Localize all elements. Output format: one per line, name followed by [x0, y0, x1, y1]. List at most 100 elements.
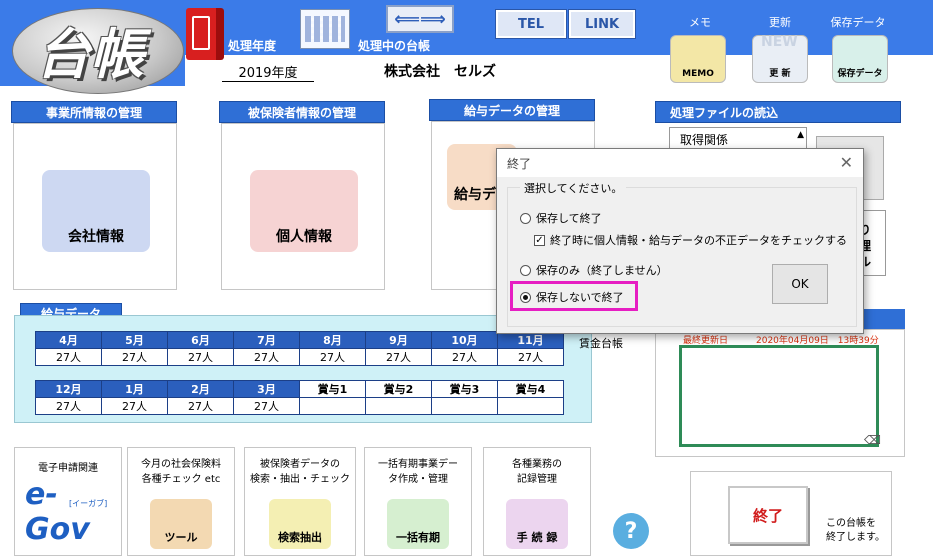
file-type-item[interactable]: 取得関係 — [680, 131, 728, 148]
scroll-up-icon[interactable]: ▲ — [797, 130, 804, 140]
radio-save-only[interactable] — [520, 264, 531, 276]
option-save-only[interactable]: 保存のみ（終了しません） — [520, 262, 668, 278]
bulk-title-2: タ作成・管理 — [388, 474, 448, 485]
month-cell[interactable]: 1月 — [101, 380, 168, 398]
personal-info-label: 個人情報 — [276, 229, 332, 245]
search-button-label: 検索抽出 — [278, 531, 322, 544]
check-button-label: ツール — [164, 531, 198, 544]
count-cell — [497, 397, 564, 415]
ok-button[interactable]: OK — [772, 264, 828, 304]
current-ledger-label: 処理中の台帳 — [358, 39, 431, 53]
memo-icon-text: MEMO — [682, 69, 714, 79]
month-cell[interactable]: 7月 — [233, 331, 300, 349]
memo-icon[interactable]: MEMO — [670, 35, 726, 83]
month-cell[interactable]: 8月 — [299, 331, 366, 349]
month-cell[interactable]: 4月 — [35, 331, 102, 349]
new-badge: NEW — [761, 34, 798, 50]
egov-tool[interactable]: 電子申請関連 e-Gov [イーガブ] — [14, 447, 122, 556]
radio-save-exit[interactable] — [520, 212, 531, 224]
radio-no-save[interactable] — [520, 291, 531, 303]
count-cell: 27人 — [497, 348, 564, 366]
month-cell[interactable]: 11月 — [497, 331, 564, 349]
count-cell — [365, 397, 432, 415]
save-caption: 保存データ — [830, 16, 886, 29]
checkbox-checked[interactable]: ✓ — [534, 234, 545, 246]
month-cell[interactable]: 9月 — [365, 331, 432, 349]
records-tool[interactable]: 各種業務の 記録管理 手 続 録 — [483, 447, 591, 556]
check-title-2: 各種チェック etc — [141, 474, 221, 485]
egov-sub: [イーガブ] — [69, 499, 108, 508]
option-group: 選択してください。 保存して終了 ✓ 終了時に個人情報・給与データの不正データを… — [507, 180, 857, 327]
month-cell[interactable]: 2月 — [167, 380, 234, 398]
logo-text: 台帳 — [36, 22, 144, 86]
count-cell: 27人 — [233, 348, 300, 366]
wage-ledger-label[interactable]: 賃金台帳 — [579, 335, 623, 351]
eraser-icon[interactable]: ⌫ — [864, 433, 881, 447]
count-cell: 27人 — [233, 397, 300, 415]
option-save-exit[interactable]: 保存して終了 — [520, 210, 602, 226]
update-icon[interactable]: NEW 更 新 — [752, 34, 808, 83]
memo-caption: メモ — [689, 16, 711, 29]
hand-stamp-icon[interactable]: 手 続 録 — [506, 499, 568, 549]
salary-grid-row1: 4月 5月 6月 7月 8月 9月 10月 11月 27人 27人 27人 27… — [35, 331, 564, 366]
exit-desc-2: 終了します。 — [826, 532, 885, 543]
option-no-save-label: 保存しないで終了 — [536, 291, 624, 304]
count-cell — [431, 397, 498, 415]
egov-title: 電子申請関連 — [38, 463, 98, 474]
help-icon[interactable]: ? — [613, 513, 649, 549]
link-button[interactable]: LINK — [568, 9, 636, 39]
file-load-title: 処理ファイルの読込 — [655, 101, 901, 123]
bonus-cell[interactable]: 賞与1 — [299, 380, 366, 398]
dialog-titlebar: 終了 ✕ — [497, 149, 863, 177]
count-cell — [299, 397, 366, 415]
count-cell: 27人 — [431, 348, 498, 366]
option-no-save[interactable]: 保存しないで終了 — [520, 289, 624, 305]
salary-grid-row2: 12月 1月 2月 3月 賞与1 賞与2 賞与3 賞与4 27人 27人 27人… — [35, 380, 564, 415]
records-title-1: 各種業務の — [512, 459, 562, 470]
company-info-label: 会社情報 — [68, 229, 124, 245]
bulk-title-1: 一括有期事業デー — [378, 459, 458, 470]
company-name: 株式会社 セルズ — [384, 64, 496, 80]
personal-info-button[interactable]: 個人情報 — [250, 170, 358, 252]
count-cell: 27人 — [167, 348, 234, 366]
tools-icon[interactable]: ツール — [150, 499, 212, 549]
shovel-icon[interactable]: 一括有期 — [387, 499, 449, 549]
calendar-icon[interactable] — [300, 9, 350, 49]
month-cell[interactable]: 3月 — [233, 380, 300, 398]
search-icon[interactable]: 検索抽出 — [269, 499, 331, 549]
month-cell[interactable]: 5月 — [101, 331, 168, 349]
check-data-on-exit[interactable]: ✓ 終了時に個人情報・給与データの不正データをチェックする — [534, 232, 847, 248]
file-type-list[interactable]: 取得関係 ▲ — [669, 127, 807, 149]
company-info-button[interactable]: 会社情報 — [42, 170, 150, 252]
save-data-icon[interactable]: 保存データ — [832, 35, 888, 83]
month-cell[interactable]: 12月 — [35, 380, 102, 398]
check-title-1: 今月の社会保険料 — [141, 459, 221, 470]
exit-dialog: 終了 ✕ 選択してください。 保存して終了 ✓ 終了時に個人情報・給与データの不… — [496, 148, 864, 334]
count-cell: 27人 — [299, 348, 366, 366]
update-icon-text: 更 新 — [769, 69, 791, 79]
month-cell[interactable]: 10月 — [431, 331, 498, 349]
dialog-title: 終了 — [507, 156, 532, 171]
exit-button[interactable]: 終了 — [728, 486, 808, 544]
swap-arrows-icon[interactable]: ⟸⟹ — [386, 5, 454, 33]
binder-icon[interactable] — [186, 8, 224, 60]
month-cell[interactable]: 6月 — [167, 331, 234, 349]
records-button-label: 手 続 録 — [516, 531, 558, 544]
count-cell: 27人 — [365, 348, 432, 366]
bonus-cell[interactable]: 賞与3 — [431, 380, 498, 398]
bulk-tool[interactable]: 一括有期事業デー タ作成・管理 一括有期 — [364, 447, 472, 556]
check-tool[interactable]: 今月の社会保険料 各種チェック etc ツール — [127, 447, 235, 556]
year-label: 処理年度 — [228, 39, 277, 53]
search-title-1: 被保険者データの — [260, 459, 340, 470]
bonus-cell[interactable]: 賞与4 — [497, 380, 564, 398]
count-cell: 27人 — [101, 397, 168, 415]
save-icon-text: 保存データ — [837, 69, 883, 79]
help-symbol: ? — [624, 518, 638, 544]
records-title-2: 記録管理 — [517, 474, 557, 485]
memo-textarea[interactable] — [679, 345, 879, 447]
close-icon[interactable]: ✕ — [840, 153, 853, 172]
search-tool[interactable]: 被保険者データの 検索・抽出・チェック 検索抽出 — [244, 447, 356, 556]
bonus-cell[interactable]: 賞与2 — [365, 380, 432, 398]
exit-desc-1: この台帳を — [826, 518, 876, 529]
tel-button[interactable]: TEL — [495, 9, 567, 39]
